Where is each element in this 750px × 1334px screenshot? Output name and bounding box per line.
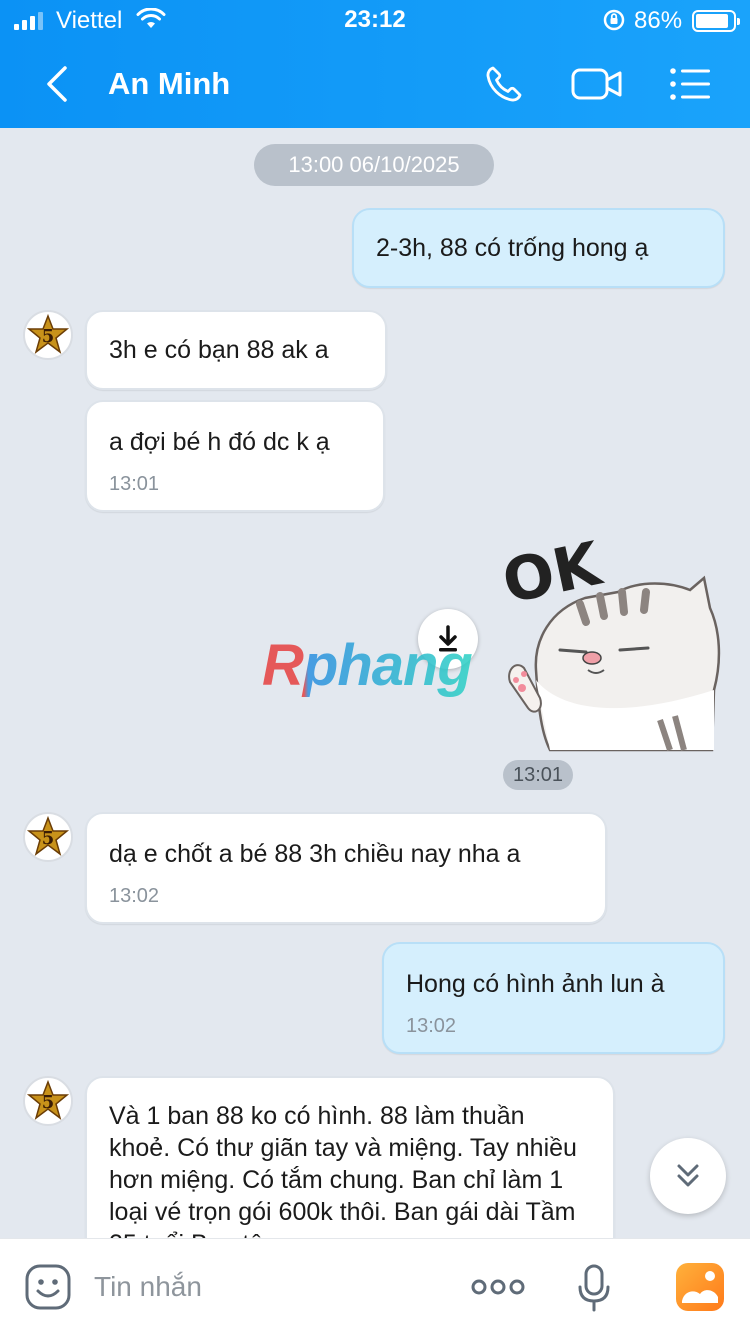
contact-avatar[interactable]: 5 (23, 812, 73, 862)
back-button[interactable] (40, 64, 76, 104)
video-call-button[interactable] (570, 64, 624, 104)
microphone-button[interactable] (576, 1263, 612, 1313)
message-text: Hong có hình ảnh lun à (406, 970, 665, 998)
message-bubble-incoming[interactable]: a đợi bé h đó dc k ạ 13:01 (85, 400, 385, 512)
star-avatar-icon: 5 (26, 815, 70, 856)
svg-text:5: 5 (42, 326, 55, 347)
message-text: 2-3h, 88 có trống hong ạ (376, 234, 649, 262)
photo-gallery-button[interactable] (674, 1261, 726, 1313)
svg-text:5: 5 (42, 828, 55, 849)
emoji-sticker-button[interactable] (24, 1263, 72, 1311)
message-time: 13:02 (406, 1015, 457, 1037)
voice-call-button[interactable] (484, 64, 524, 104)
battery-icon (692, 10, 740, 32)
chat-menu-button[interactable] (668, 64, 712, 104)
rotation-lock-icon (603, 9, 625, 31)
message-input-bar (0, 1238, 750, 1334)
star-avatar-icon: 5 (26, 313, 70, 354)
message-time: 13:01 (109, 473, 160, 495)
message-text: dạ e chốt a bé 88 3h chiều nay nha a (109, 840, 521, 868)
chat-header: Viettel 23:12 86% An Minh (0, 0, 750, 128)
message-time: 13:02 (109, 885, 160, 907)
ok-cat-sticker[interactable]: OK (500, 530, 726, 752)
message-text: a đợi bé h đó dc k ạ (109, 428, 330, 456)
status-bar: Viettel 23:12 86% (0, 0, 750, 44)
battery-percentage: 86% (634, 7, 683, 34)
contact-name[interactable]: An Minh (108, 66, 230, 102)
message-text: Và 1 ban 88 ko có hình. 88 làm thuần kho… (109, 1102, 577, 1238)
svg-text:5: 5 (42, 1092, 55, 1113)
watermark-logo: Rphang (262, 633, 473, 698)
message-bubble-incoming[interactable]: dạ e chốt a bé 88 3h chiều nay nha a 13:… (85, 812, 607, 924)
message-input[interactable] (94, 1267, 454, 1307)
date-divider: 13:00 06/10/2025 (254, 144, 494, 186)
star-avatar-icon: 5 (26, 1079, 70, 1120)
message-bubble-outgoing[interactable]: Hong có hình ảnh lun à 13:02 (382, 942, 725, 1054)
message-list[interactable]: 13:00 06/10/2025 2-3h, 88 có trống hong … (0, 128, 750, 1238)
contact-avatar[interactable]: 5 (23, 310, 73, 360)
message-bubble-incoming[interactable]: 3h e có bạn 88 ak a (85, 310, 387, 390)
more-options-button[interactable] (470, 1269, 526, 1305)
message-bubble-outgoing[interactable]: 2-3h, 88 có trống hong ạ (352, 208, 725, 288)
scroll-to-bottom-button[interactable] (650, 1138, 726, 1214)
sticker-time: 13:01 (503, 760, 573, 790)
contact-avatar[interactable]: 5 (23, 1076, 73, 1126)
message-text: 3h e có bạn 88 ak a (109, 336, 329, 364)
message-bubble-incoming[interactable]: Và 1 ban 88 ko có hình. 88 làm thuần kho… (85, 1076, 615, 1238)
double-chevron-down-icon (677, 1164, 699, 1187)
